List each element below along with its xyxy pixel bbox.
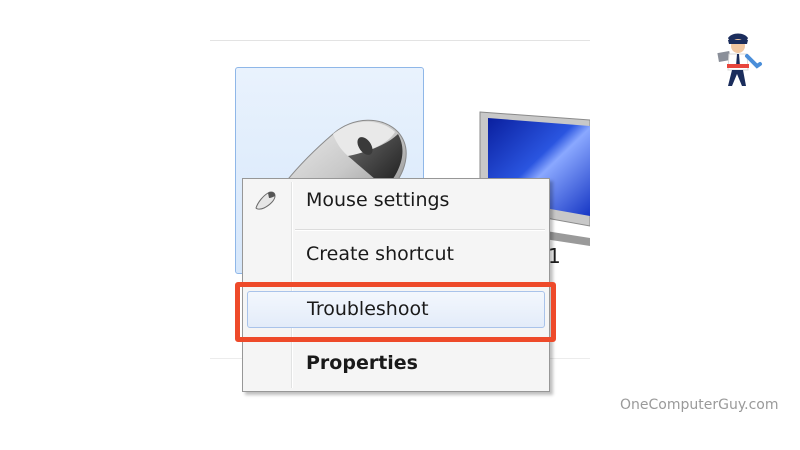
menu-item-label: Properties bbox=[306, 352, 418, 374]
site-watermark: OneComputerGuy.com bbox=[620, 397, 779, 413]
site-logo-icon bbox=[717, 33, 762, 86]
mouse-icon bbox=[255, 191, 276, 210]
menu-item-create-shortcut[interactable]: Create shortcut bbox=[245, 236, 545, 273]
menu-item-label: Mouse settings bbox=[306, 189, 450, 211]
menu-item-properties[interactable]: Properties bbox=[245, 345, 545, 382]
devices-window-crop: 1 Mouse settings Create shortcut Trouble… bbox=[210, 40, 590, 415]
menu-separator bbox=[295, 229, 545, 231]
menu-item-label: Create shortcut bbox=[306, 243, 454, 265]
menu-item-mouse-settings[interactable]: Mouse settings bbox=[245, 182, 545, 219]
troubleshoot-highlight-box bbox=[235, 282, 556, 342]
window-top-border bbox=[210, 40, 590, 41]
